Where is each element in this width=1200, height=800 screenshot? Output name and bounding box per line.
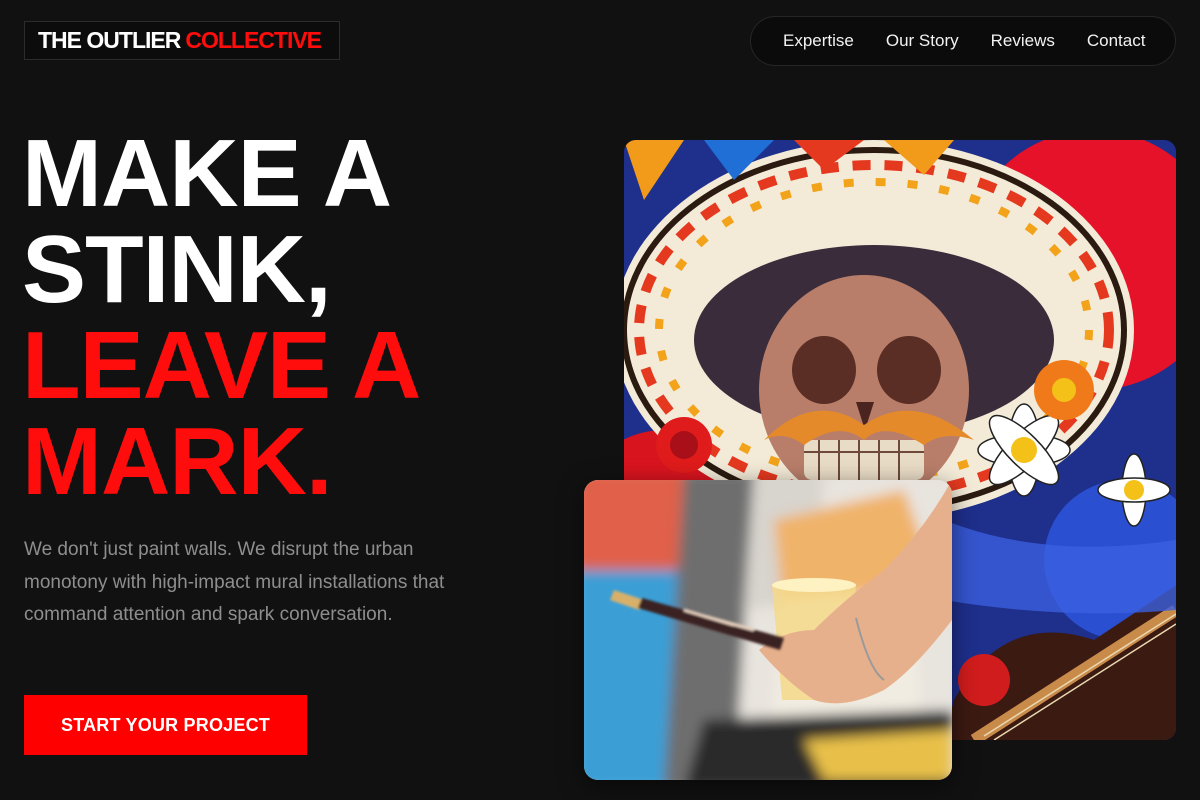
hero-headline-line-3: LEAVE A: [22, 312, 421, 419]
painter-hand-image: [584, 480, 952, 780]
start-project-button[interactable]: START YOUR PROJECT: [24, 695, 307, 755]
brand-name-accent: COLLECTIVE: [185, 27, 322, 53]
main-nav: Expertise Our Story Reviews Contact: [750, 16, 1176, 66]
brand-logo[interactable]: THE OUTLIER COLLECTIVE: [24, 21, 340, 60]
brand-name-primary: THE OUTLIER: [38, 27, 181, 53]
hero-headline-line-1: MAKE A: [22, 120, 392, 227]
hero-description: We don't just paint walls. We disrupt th…: [24, 539, 445, 625]
nav-link-expertise[interactable]: Expertise: [783, 31, 854, 51]
nav-link-contact[interactable]: Contact: [1087, 31, 1146, 51]
hero-headline-line-2: STINK,: [22, 216, 332, 323]
nav-link-our-story[interactable]: Our Story: [886, 31, 959, 51]
hero-headline-line-4: MARK.: [22, 408, 333, 515]
nav-link-reviews[interactable]: Reviews: [991, 31, 1055, 51]
